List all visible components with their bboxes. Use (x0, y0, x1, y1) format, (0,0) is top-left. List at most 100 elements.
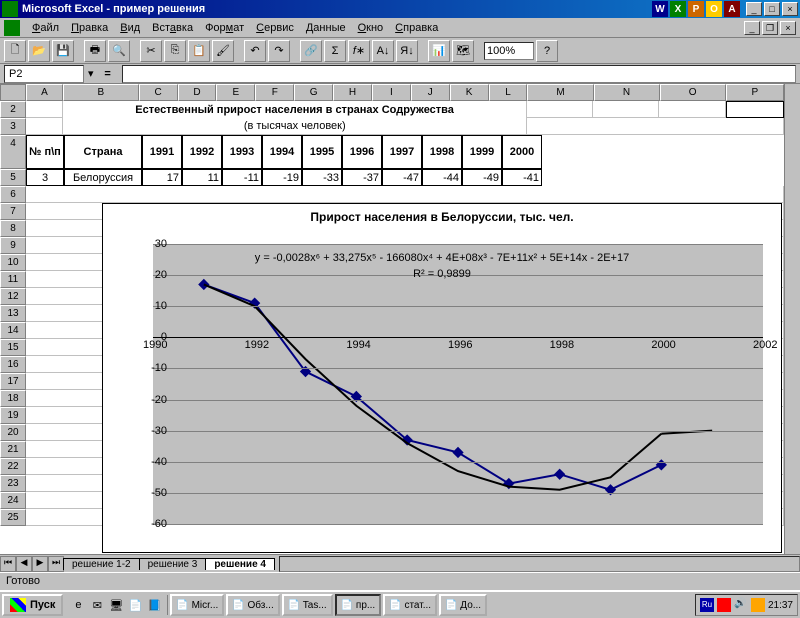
col-header-D[interactable]: D (178, 84, 217, 101)
redo-button[interactable]: ↷ (268, 40, 290, 62)
menu-insert[interactable]: Вставка (146, 20, 199, 36)
col-header-G[interactable]: G (294, 84, 333, 101)
menu-tools[interactable]: Сервис (250, 20, 300, 36)
taskbar-task[interactable]: 📄 Обз... (226, 594, 279, 616)
vertical-scrollbar[interactable] (784, 84, 800, 554)
paste-button[interactable]: 📋 (188, 40, 210, 62)
row-header-11[interactable]: 11 (0, 271, 26, 288)
ql-oe-icon[interactable]: ✉ (88, 595, 106, 615)
doc-restore-button[interactable]: ❐ (762, 21, 778, 35)
sheet-cells[interactable]: Естественный прирост населения в странах… (26, 101, 784, 526)
row-header-10[interactable]: 10 (0, 254, 26, 271)
word-icon[interactable]: W (652, 1, 668, 17)
name-box[interactable]: P2 (4, 65, 84, 83)
menu-format[interactable]: Формат (199, 20, 250, 36)
autosum-button[interactable]: Σ (324, 40, 346, 62)
col-header-C[interactable]: C (139, 84, 178, 101)
row-header-24[interactable]: 24 (0, 492, 26, 509)
access-icon[interactable]: A (724, 1, 740, 17)
active-cell[interactable] (726, 101, 784, 118)
taskbar-task[interactable]: 📄 пр... (335, 594, 382, 616)
col-header-P[interactable]: P (726, 84, 784, 101)
sheet-tab[interactable]: решение 1-2 (63, 558, 140, 570)
row-header-16[interactable]: 16 (0, 356, 26, 373)
undo-button[interactable]: ↶ (244, 40, 266, 62)
zoom-combo[interactable] (484, 42, 534, 60)
row-header-22[interactable]: 22 (0, 458, 26, 475)
preview-button[interactable]: 🔍 (108, 40, 130, 62)
col-header-L[interactable]: L (489, 84, 528, 101)
tray-vol-icon[interactable]: 🔊 (734, 598, 748, 612)
help-button[interactable]: ? (536, 40, 558, 62)
new-button[interactable]: 🗋 (4, 40, 26, 62)
col-header-E[interactable]: E (216, 84, 255, 101)
row-header-15[interactable]: 15 (0, 339, 26, 356)
row-header-8[interactable]: 8 (0, 220, 26, 237)
col-header-H[interactable]: H (333, 84, 372, 101)
sheet-tab[interactable]: решение 4 (205, 558, 275, 570)
maximize-button[interactable]: □ (764, 2, 780, 16)
powerpoint-icon[interactable]: P (688, 1, 704, 17)
col-header-M[interactable]: M (527, 84, 593, 101)
row-header-25[interactable]: 25 (0, 509, 26, 526)
close-button[interactable]: × (782, 2, 798, 16)
ql-app2-icon[interactable]: 📘 (145, 595, 163, 615)
col-header-B[interactable]: B (63, 84, 139, 101)
tab-last-button[interactable]: ⏭ (48, 556, 64, 572)
ql-desktop-icon[interactable]: 🖥 (107, 595, 125, 615)
tab-prev-button[interactable]: ◀ (16, 556, 32, 572)
ql-app-icon[interactable]: 📄 (126, 595, 144, 615)
tray-app-icon[interactable] (751, 598, 765, 612)
col-header-A[interactable]: A (26, 84, 63, 101)
tray-clock[interactable]: 21:37 (768, 600, 793, 611)
outlook-icon[interactable]: O (706, 1, 722, 17)
copy-button[interactable]: ⎘ (164, 40, 186, 62)
horizontal-scrollbar[interactable] (279, 556, 800, 572)
row-header-13[interactable]: 13 (0, 305, 26, 322)
taskbar-task[interactable]: 📄 Micr... (170, 594, 224, 616)
function-button[interactable]: f∗ (348, 40, 370, 62)
start-button[interactable]: Пуск (2, 594, 63, 616)
menu-data[interactable]: Данные (300, 20, 352, 36)
row-header-7[interactable]: 7 (0, 203, 26, 220)
row-header-20[interactable]: 20 (0, 424, 26, 441)
hyperlink-button[interactable]: 🔗 (300, 40, 322, 62)
row-header-18[interactable]: 18 (0, 390, 26, 407)
row-header-2[interactable]: 2 (0, 101, 26, 118)
doc-minimize-button[interactable]: _ (744, 21, 760, 35)
dropdown-icon[interactable]: ▾ (88, 67, 94, 80)
formula-input[interactable] (122, 65, 796, 83)
tray-ati-icon[interactable] (717, 598, 731, 612)
excel-shortcut-icon[interactable]: X (670, 1, 686, 17)
minimize-button[interactable]: _ (746, 2, 762, 16)
taskbar-task[interactable]: 📄 До... (439, 594, 487, 616)
row-header-6[interactable]: 6 (0, 186, 26, 203)
row-header-3[interactable]: 3 (0, 118, 26, 135)
menu-edit[interactable]: Правка (65, 20, 114, 36)
menu-file[interactable]: Файл (26, 20, 65, 36)
ql-ie-icon[interactable]: e (69, 595, 87, 615)
row-header-17[interactable]: 17 (0, 373, 26, 390)
col-header-K[interactable]: K (450, 84, 489, 101)
sort-asc-button[interactable]: A↓ (372, 40, 394, 62)
format-painter-button[interactable]: 🖌 (212, 40, 234, 62)
col-header-I[interactable]: I (372, 84, 411, 101)
row-header-23[interactable]: 23 (0, 475, 26, 492)
taskbar-task[interactable]: 📄 Tas... (282, 594, 333, 616)
row-header-21[interactable]: 21 (0, 441, 26, 458)
menu-window[interactable]: Окно (352, 20, 390, 36)
embedded-chart[interactable]: Прирост населения в Белоруссии, тыс. чел… (102, 203, 782, 553)
menu-view[interactable]: Вид (114, 20, 146, 36)
row-header-19[interactable]: 19 (0, 407, 26, 424)
col-header-O[interactable]: O (660, 84, 726, 101)
row-header-4[interactable]: 4 (0, 135, 26, 169)
col-header-J[interactable]: J (411, 84, 450, 101)
taskbar-task[interactable]: 📄 стат... (383, 594, 437, 616)
select-all-corner[interactable] (0, 84, 26, 101)
row-header-12[interactable]: 12 (0, 288, 26, 305)
tab-first-button[interactable]: ⏮ (0, 556, 16, 572)
row-header-9[interactable]: 9 (0, 237, 26, 254)
col-header-F[interactable]: F (255, 84, 294, 101)
tab-next-button[interactable]: ▶ (32, 556, 48, 572)
doc-close-button[interactable]: × (780, 21, 796, 35)
